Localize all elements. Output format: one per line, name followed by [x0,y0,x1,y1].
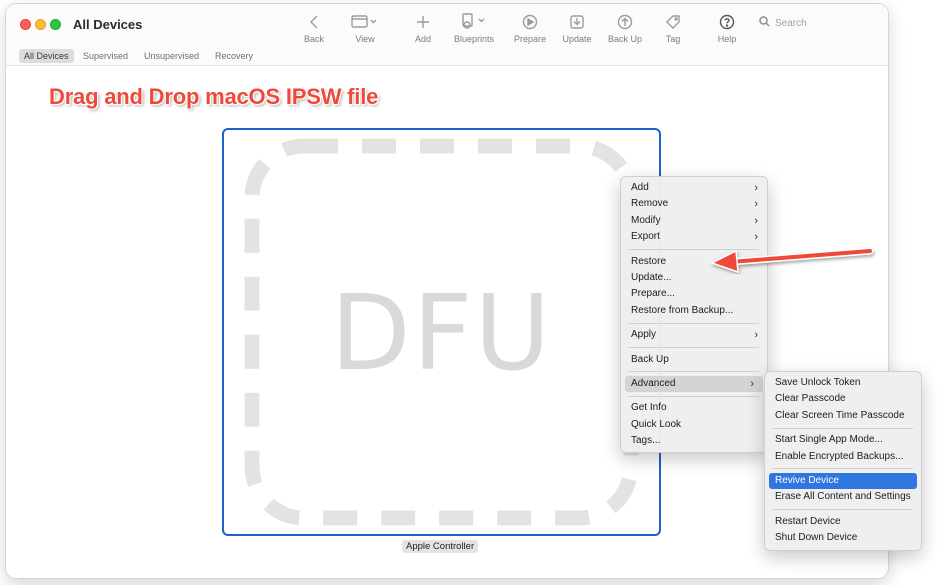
submenu-item-clear-screen-time-passcode[interactable]: Clear Screen Time Passcode [765,408,921,424]
search-field[interactable] [753,13,879,33]
filter-all-devices[interactable]: All Devices [19,49,74,63]
menu-item-quick-look[interactable]: Quick Look [621,417,767,433]
tag-icon [645,12,701,31]
menu-separator [773,468,913,470]
menu-item-prepare[interactable]: Prepare... [621,286,767,302]
window-view-icon [337,12,393,31]
menu-separator [773,509,913,511]
menu-separator [629,347,759,349]
submenu-item-enable-encrypted-backups[interactable]: Enable Encrypted Backups... [765,449,921,465]
plus-icon [395,12,451,31]
view-button[interactable]: View [337,12,393,44]
chevron-right-icon: › [754,214,758,227]
menu-item-get-info[interactable]: Get Info [621,400,767,416]
device-name-label[interactable]: Apple Controller [402,540,479,553]
menu-item-apply[interactable]: Apply › [621,327,767,343]
menu-item-restore-from-backup[interactable]: Restore from Backup... [621,303,767,319]
submenu-item-start-single-app-mode[interactable]: Start Single App Mode... [765,432,921,448]
view-label: View [355,34,375,44]
add-label: Add [414,34,431,44]
advanced-submenu: Save Unlock Token Clear Passcode Clear S… [764,371,922,551]
blueprints-label: Blueprints [453,34,495,44]
submenu-item-clear-passcode[interactable]: Clear Passcode [765,391,921,407]
filter-supervised[interactable]: Supervised [78,49,133,63]
submenu-item-save-unlock-token[interactable]: Save Unlock Token [765,375,921,391]
annotation-headline: Drag and Drop macOS IPSW file [49,84,379,109]
chevron-right-icon: › [754,198,758,211]
chevron-right-icon: › [750,377,754,390]
blueprints-button[interactable]: Blueprints [446,12,502,44]
zoom-window-button[interactable] [50,19,61,30]
menu-separator [773,427,913,429]
submenu-item-restart-device[interactable]: Restart Device [765,514,921,530]
chevron-right-icon: › [754,182,758,194]
menu-item-modify[interactable]: Modify › [621,213,767,229]
back-button[interactable]: Back [286,12,342,44]
blueprints-icon [446,12,502,31]
help-label: Help [717,34,737,44]
menu-item-remove[interactable]: Remove › [621,196,767,212]
menu-item-add[interactable]: Add › [621,180,767,196]
menu-separator [629,395,759,397]
menu-item-tags[interactable]: Tags... [621,433,767,449]
window-title: All Devices [73,17,143,32]
menu-item-back-up[interactable]: Back Up [621,352,767,368]
submenu-item-erase-all-content[interactable]: Erase All Content and Settings [765,489,921,505]
add-button[interactable]: Add [395,12,451,44]
filter-bar: All Devices Supervised Unsupervised Reco… [6,46,888,66]
tag-button[interactable]: Tag [645,12,701,44]
annotation-arrow-icon [710,247,874,274]
search-icon [759,14,770,32]
menu-separator [629,371,759,373]
device-tile[interactable]: DFU [222,128,661,536]
help-button[interactable]: Help [699,12,755,44]
dfu-label: DFU [330,272,553,394]
menu-separator [629,322,759,324]
search-input[interactable] [775,17,875,29]
chevron-right-icon: › [754,329,758,342]
back-label: Back [303,34,324,44]
minimize-window-button[interactable] [35,19,46,30]
device-context-menu: Add › Remove › Modify › Export › Restore Upd… [620,176,768,454]
menu-item-advanced[interactable]: Advanced › [625,375,763,393]
close-window-button[interactable] [20,19,31,30]
filter-unsupervised[interactable]: Unsupervised [139,49,204,63]
chevron-left-icon [286,12,342,31]
submenu-item-shut-down-device[interactable]: Shut Down Device [765,530,921,546]
question-mark-icon [699,12,755,31]
title-bar: All Devices Back View Add Blueprints Pre… [6,4,888,46]
submenu-item-revive-device[interactable]: Revive Device [769,472,917,490]
filter-recovery[interactable]: Recovery [210,49,258,63]
tag-label: Tag [665,34,681,44]
